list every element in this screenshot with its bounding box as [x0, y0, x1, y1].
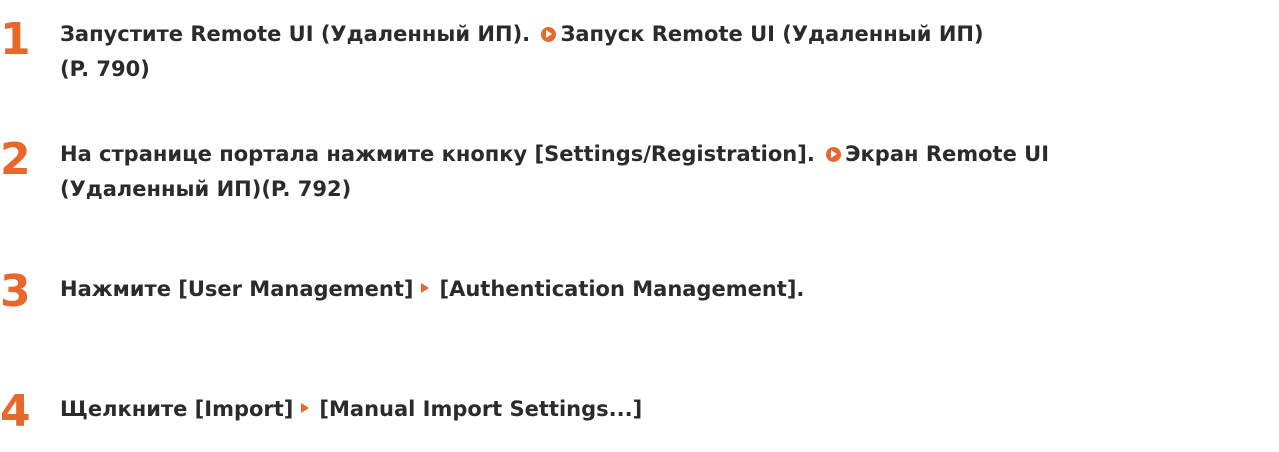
step-number: 1 — [0, 14, 31, 65]
menu-path-part2: [Manual Import Settings...] — [319, 397, 643, 421]
link-arrow-icon — [541, 27, 557, 42]
triangle-right-icon — [301, 403, 310, 413]
link-text-line2: (Удаленный ИП)(P. 792) — [60, 177, 352, 201]
step-text: Запустите Remote UI (Удаленный ИП). Запу… — [60, 17, 1270, 87]
menu-path-part1: Щелкните [Import] — [60, 397, 294, 421]
step-number: 2 — [0, 134, 31, 185]
step-instruction: Запустите Remote UI (Удаленный ИП). — [60, 22, 538, 46]
menu-path-part2: [Authentication Management]. — [439, 277, 805, 301]
step-number: 3 — [0, 266, 31, 317]
step-text: На странице портала нажмите кнопку [Sett… — [60, 137, 1270, 207]
link-text-line2: (P. 790) — [60, 57, 150, 81]
step-text: Щелкните [Import] [Manual Import Settings… — [60, 392, 1270, 427]
step-number: 4 — [0, 386, 31, 437]
link-text-line1: Экран Remote UI — [845, 142, 1050, 166]
step-text: Нажмите [User Management] [Authentication… — [60, 272, 1270, 307]
link-text-line1: Запуск Remote UI (Удаленный ИП) — [560, 22, 984, 46]
triangle-right-icon — [421, 283, 430, 293]
menu-path-part1: Нажмите [User Management] — [60, 277, 414, 301]
link-arrow-icon — [826, 147, 842, 162]
step-instruction: На странице портала нажмите кнопку [Sett… — [60, 142, 823, 166]
